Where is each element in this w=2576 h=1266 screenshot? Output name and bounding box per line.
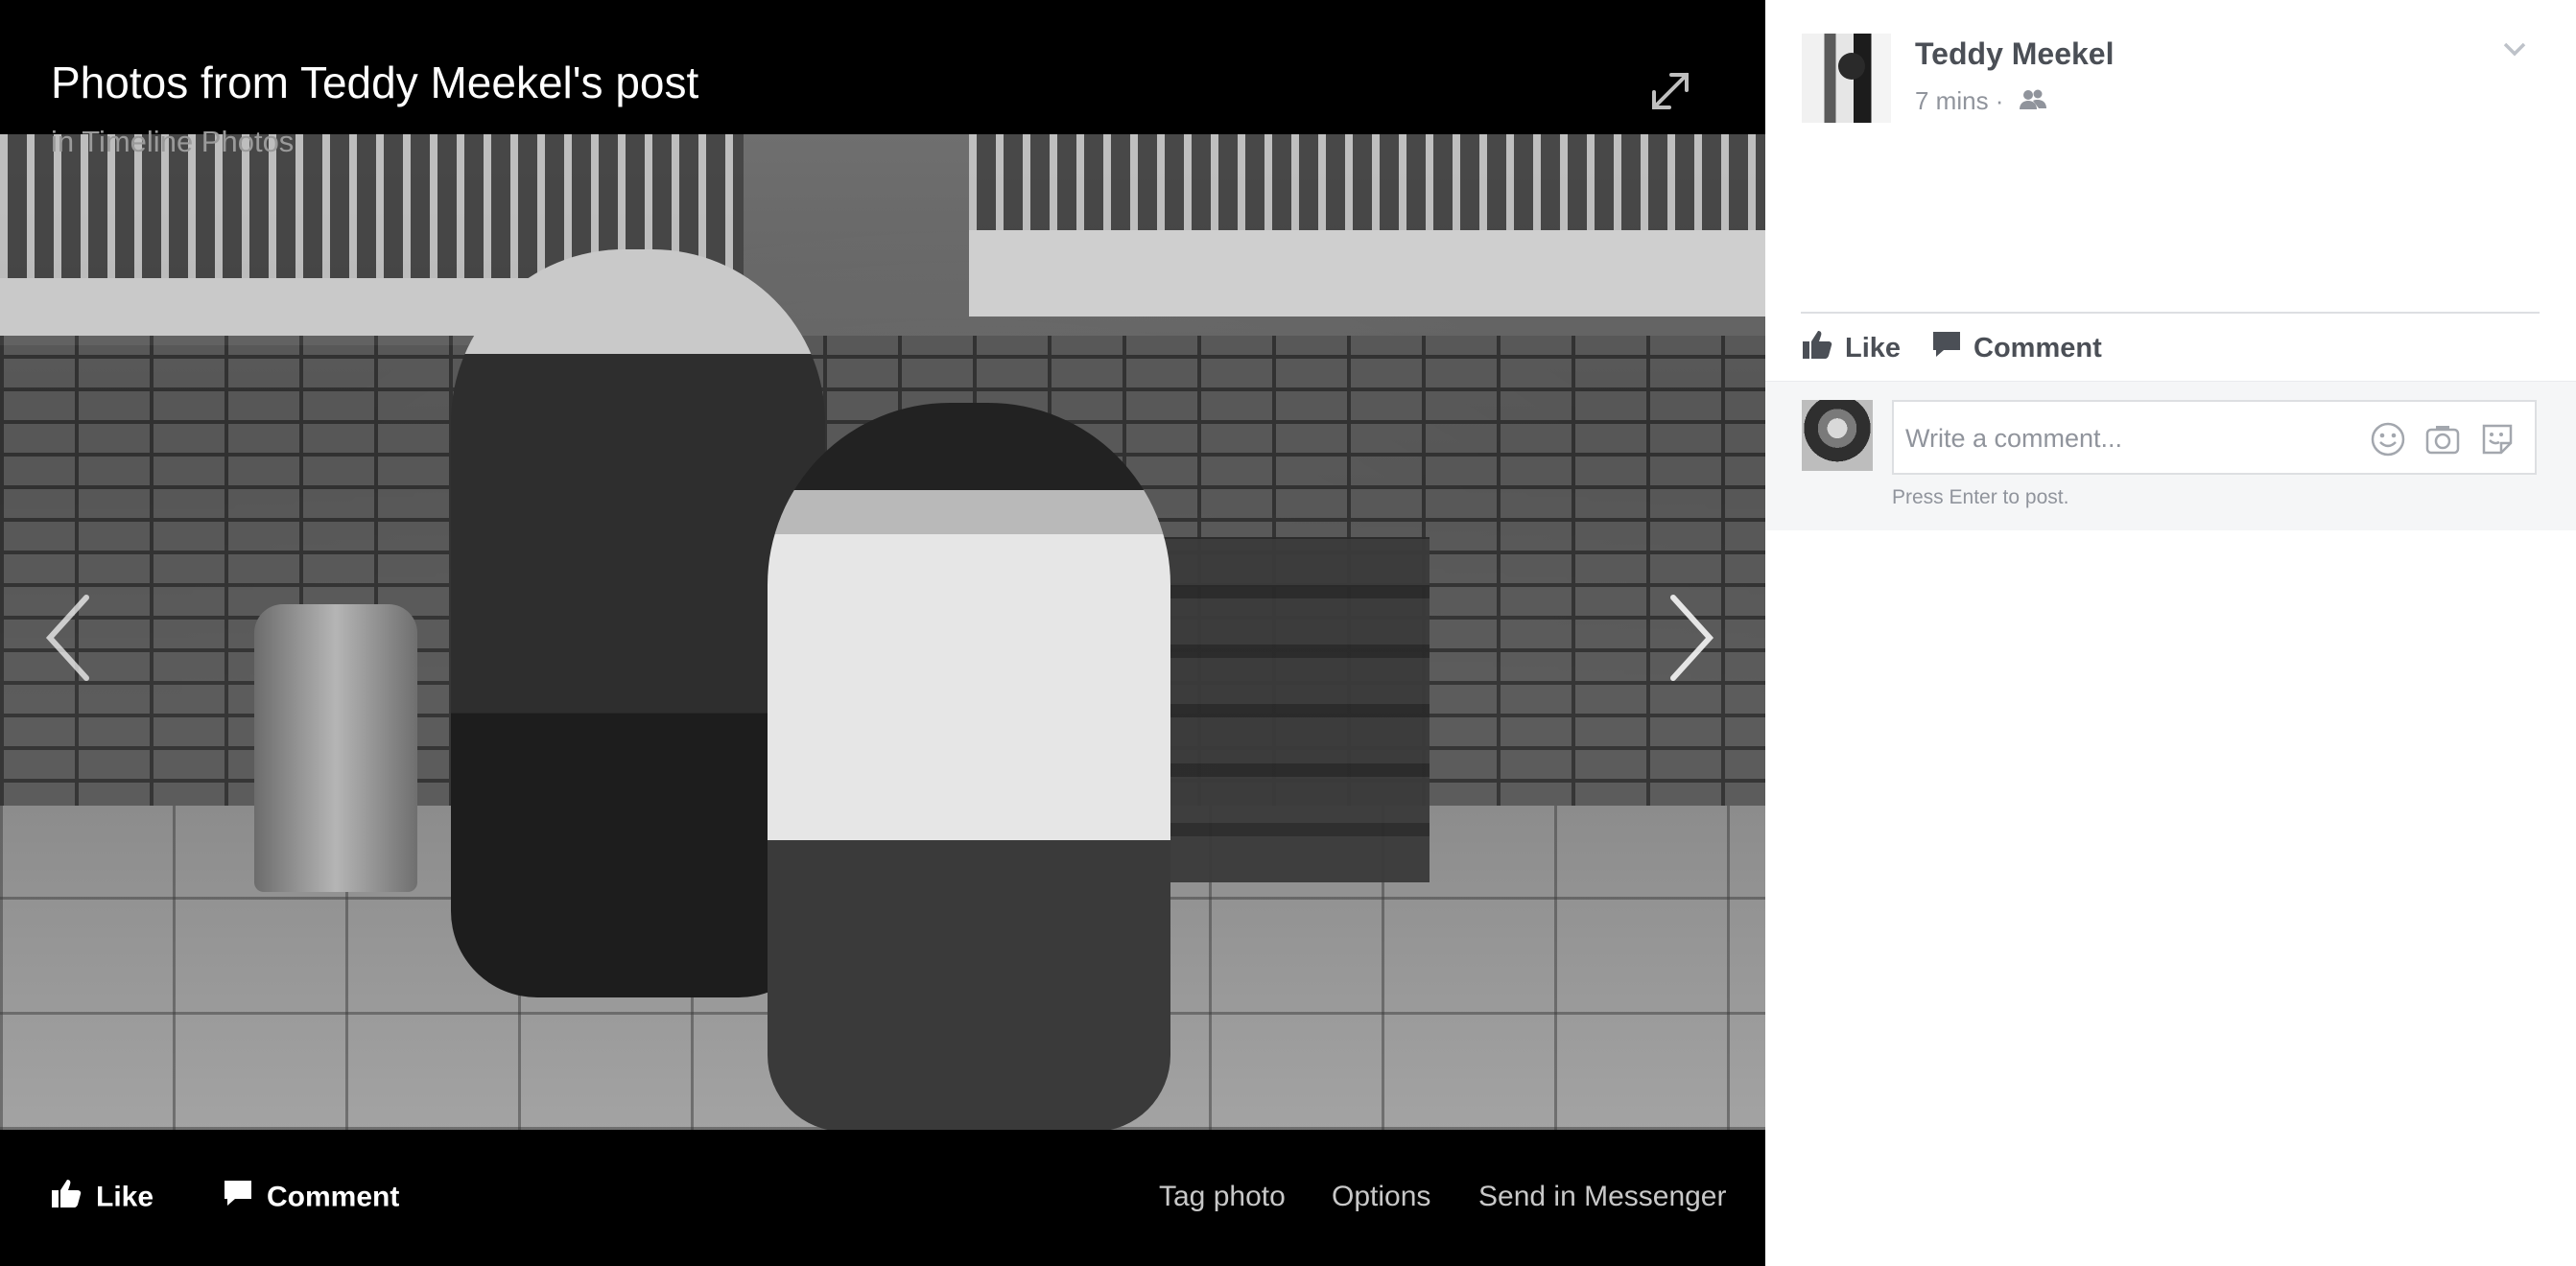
tag-photo-link[interactable]: Tag photo: [1159, 1178, 1286, 1216]
like-button[interactable]: Like: [1801, 329, 1901, 367]
comment-bubble-icon: [223, 1178, 253, 1219]
post-options-chevron-down-icon[interactable]: [2502, 40, 2527, 58]
like-label: Like: [1845, 333, 1902, 364]
sticker-icon[interactable]: [2479, 421, 2516, 457]
photo-person-right: [768, 403, 1170, 1132]
actions-divider: [1801, 312, 2540, 314]
current-user-avatar[interactable]: [1802, 400, 1873, 471]
comment-button[interactable]: Comment: [1931, 329, 2102, 367]
fullscreen-expand-icon[interactable]: [1646, 67, 1694, 115]
photo-comment-button[interactable]: Comment: [223, 1178, 399, 1216]
friends-audience-icon[interactable]: [2019, 88, 2047, 118]
comment-input[interactable]: [1903, 402, 2349, 475]
thumbs-up-icon: [1801, 329, 1833, 370]
photo-window-right: [969, 134, 1765, 230]
author-name-link[interactable]: Teddy Meekel: [1915, 36, 2114, 72]
meta-separator: ·: [1988, 86, 2011, 115]
photo[interactable]: [0, 134, 1765, 1132]
thumbs-up-icon: [50, 1178, 83, 1219]
comment-bubble-icon: [1931, 329, 1962, 370]
emoji-icon[interactable]: [2370, 421, 2406, 457]
photo-like-label: Like: [96, 1181, 154, 1213]
send-in-messenger-link[interactable]: Send in Messenger: [1478, 1178, 1727, 1216]
photo-bin: [254, 604, 417, 892]
press-enter-hint: Press Enter to post.: [1892, 486, 2069, 508]
photo-viewer-stage: Photos from Teddy Meekel's post in Timel…: [0, 0, 1765, 1266]
viewer-subtitle: in Timeline Photos: [51, 125, 294, 159]
photo-sill-right: [969, 230, 1765, 316]
post-detail-panel: [1765, 0, 2576, 1266]
comment-label: Comment: [1973, 333, 2102, 364]
previous-photo-arrow-icon[interactable]: [40, 590, 98, 686]
photo-comment-label: Comment: [267, 1181, 400, 1213]
viewer-title: Photos from Teddy Meekel's post: [51, 58, 699, 107]
post-timestamp[interactable]: 7 mins: [1915, 86, 1989, 115]
subtitle-prefix: in: [51, 125, 83, 158]
post-meta: 7 mins ·: [1915, 86, 2047, 118]
comment-box[interactable]: [1892, 400, 2537, 475]
camera-icon[interactable]: [2424, 421, 2461, 457]
photo-like-button[interactable]: Like: [50, 1178, 154, 1216]
author-avatar[interactable]: [1802, 34, 1891, 123]
options-link[interactable]: Options: [1332, 1178, 1430, 1216]
next-photo-arrow-icon[interactable]: [1662, 590, 1719, 686]
album-link[interactable]: Timeline Photos: [82, 125, 294, 158]
